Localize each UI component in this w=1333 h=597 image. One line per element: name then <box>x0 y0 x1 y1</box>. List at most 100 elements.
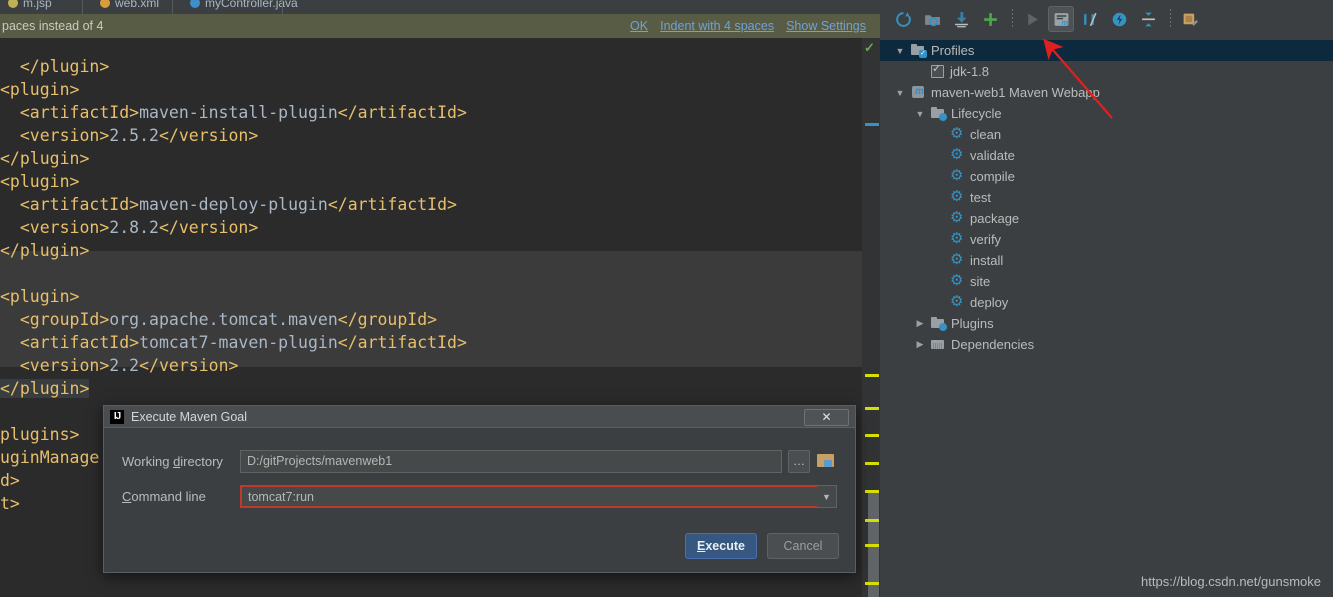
goal-gear-icon <box>950 271 965 289</box>
code-line: </plugin> <box>0 149 90 168</box>
editor-tab-0[interactable]: m.jsp <box>0 0 60 14</box>
tree-item-test[interactable]: test <box>880 187 1333 208</box>
marker-warning[interactable] <box>865 434 879 437</box>
intellij-logo-icon: IJ <box>110 409 124 424</box>
chevron-down-icon[interactable]: ▼ <box>894 46 906 56</box>
editor-tab-label: web.xml <box>115 0 160 10</box>
xml-file-icon <box>100 0 110 8</box>
reimport-all-maven-projects-button[interactable] <box>890 6 916 32</box>
checkbox-checked-icon[interactable] <box>930 62 945 79</box>
command-line-label: Command line <box>122 489 206 504</box>
goal-gear-icon <box>950 187 965 205</box>
working-directory-input[interactable]: D:/gitProjects/mavenweb1 <box>240 450 782 473</box>
banner-ok-link[interactable]: OK <box>630 19 648 33</box>
command-line-row: Command line tomcat7:run ▼ <box>122 485 837 508</box>
tree-item-package[interactable]: package <box>880 208 1333 229</box>
tree-item-install[interactable]: install <box>880 250 1333 271</box>
editor-tab-1[interactable]: web.xml <box>92 0 167 14</box>
marker-warning[interactable] <box>865 374 879 377</box>
tree-item-dependencies[interactable]: ▶ Dependencies <box>880 334 1333 355</box>
code-line: <version>2.2</version> <box>0 356 239 375</box>
tree-item-label: test <box>970 190 991 205</box>
generate-sources-button[interactable] <box>919 6 945 32</box>
download-sources-button[interactable] <box>948 6 974 32</box>
code-line: <plugin> <box>0 80 80 99</box>
tree-item-label: clean <box>970 127 1002 142</box>
run-button[interactable] <box>1019 6 1045 32</box>
tree-item-clean[interactable]: clean <box>880 124 1333 145</box>
open-folder-icon[interactable] <box>815 450 837 473</box>
skip-tests-icon <box>1083 12 1097 26</box>
marker-warning[interactable] <box>865 462 879 465</box>
chevron-down-icon[interactable]: ▼ <box>817 485 837 508</box>
goal-gear-icon <box>950 208 965 226</box>
maven-tool-window: m ▼ ✓ Profiles jdk- <box>880 0 1333 597</box>
browse-directory-button[interactable]: … <box>788 450 810 473</box>
toggle-skip-tests-button[interactable] <box>1077 6 1103 32</box>
maven-projects-tree[interactable]: ▼ ✓ Profiles jdk-1.8 ▼ maven-web1 Maven … <box>880 38 1333 597</box>
chevron-down-icon[interactable]: ▼ <box>914 109 926 119</box>
chevron-right-icon[interactable]: ▶ <box>914 318 926 329</box>
execute-maven-goal-dialog: IJ Execute Maven Goal ✕ Working director… <box>103 405 856 573</box>
tree-item-compile[interactable]: compile <box>880 166 1333 187</box>
execute-button[interactable]: Execute <box>685 533 757 559</box>
tree-item-deploy[interactable]: deploy <box>880 292 1333 313</box>
goal-gear-icon <box>950 166 965 184</box>
tree-item-lifecycle[interactable]: ▼ Lifecycle <box>880 103 1333 124</box>
tree-item-maven-web1[interactable]: ▼ maven-web1 Maven Webapp <box>880 82 1333 103</box>
tab-divider <box>282 0 283 14</box>
banner-show-settings-link[interactable]: Show Settings <box>786 19 866 33</box>
tree-item-profiles[interactable]: ▼ ✓ Profiles <box>880 40 1333 61</box>
dialog-title: Execute Maven Goal <box>131 409 248 424</box>
tree-item-plugins[interactable]: ▶ Plugins <box>880 313 1333 334</box>
folder-refresh-icon <box>924 14 940 26</box>
command-line-combo: tomcat7:run ▼ <box>240 485 837 508</box>
plus-icon <box>983 12 997 26</box>
code-line: <artifactId>maven-deploy-plugin</artifac… <box>0 195 457 214</box>
maven-goal-icon: m <box>1054 12 1068 27</box>
code-line: <artifactId>tomcat7-maven-plugin</artifa… <box>0 333 467 352</box>
chevron-right-icon[interactable]: ▶ <box>914 339 926 350</box>
marker-warning[interactable] <box>865 582 879 585</box>
tree-item-label: Dependencies <box>951 337 1035 352</box>
toolbar-separator <box>1012 9 1013 29</box>
chevron-down-icon[interactable]: ▼ <box>894 88 906 98</box>
folder-gear-badge <box>939 113 947 121</box>
code-line: <artifactId>maven-install-plugin</artifa… <box>0 103 467 122</box>
marker-warning[interactable] <box>865 519 879 522</box>
code-line: </plugin> <box>0 57 110 76</box>
play-icon <box>1027 13 1038 25</box>
folder-gear-badge <box>939 323 947 331</box>
marker-warning[interactable] <box>865 544 879 547</box>
dialog-button-bar: Execute Cancel <box>685 533 839 559</box>
tree-item-jdk-18[interactable]: jdk-1.8 <box>880 61 1333 82</box>
editor-marker-strip[interactable]: ✓ <box>862 38 880 597</box>
marker-warning[interactable] <box>865 407 879 410</box>
maven-settings-button[interactable] <box>1177 6 1203 32</box>
tree-item-validate[interactable]: validate <box>880 145 1333 166</box>
editor-tab-label: m.jsp <box>23 0 52 10</box>
cancel-button[interactable]: Cancel <box>767 533 839 559</box>
command-line-input[interactable]: tomcat7:run <box>240 485 817 508</box>
tab-divider <box>82 0 83 14</box>
dependencies-icon <box>931 337 946 352</box>
toggle-offline-mode-button[interactable] <box>1106 6 1132 32</box>
code-line: <version>2.5.2</version> <box>0 126 259 145</box>
maven-toolbar: m <box>880 0 1333 38</box>
marker-blue[interactable] <box>865 123 879 126</box>
code-line: <plugin> <box>0 172 80 191</box>
collapse-all-button[interactable] <box>1135 6 1161 32</box>
tree-item-site[interactable]: site <box>880 271 1333 292</box>
tree-item-label: validate <box>970 148 1015 163</box>
banner-indent-link[interactable]: Indent with 4 spaces <box>660 19 774 33</box>
dialog-title-bar[interactable]: IJ Execute Maven Goal ✕ <box>104 406 855 428</box>
tree-item-label: Plugins <box>951 316 994 331</box>
execute-maven-goal-button[interactable]: m <box>1048 6 1074 32</box>
dialog-close-button[interactable]: ✕ <box>804 409 849 426</box>
code-line: <version>2.8.2</version> <box>0 218 259 237</box>
tree-item-verify[interactable]: verify <box>880 229 1333 250</box>
inspection-status-icon[interactable]: ✓ <box>864 40 875 56</box>
add-maven-project-button[interactable] <box>977 6 1003 32</box>
editor-tab-2[interactable]: myController.java <box>182 0 306 14</box>
